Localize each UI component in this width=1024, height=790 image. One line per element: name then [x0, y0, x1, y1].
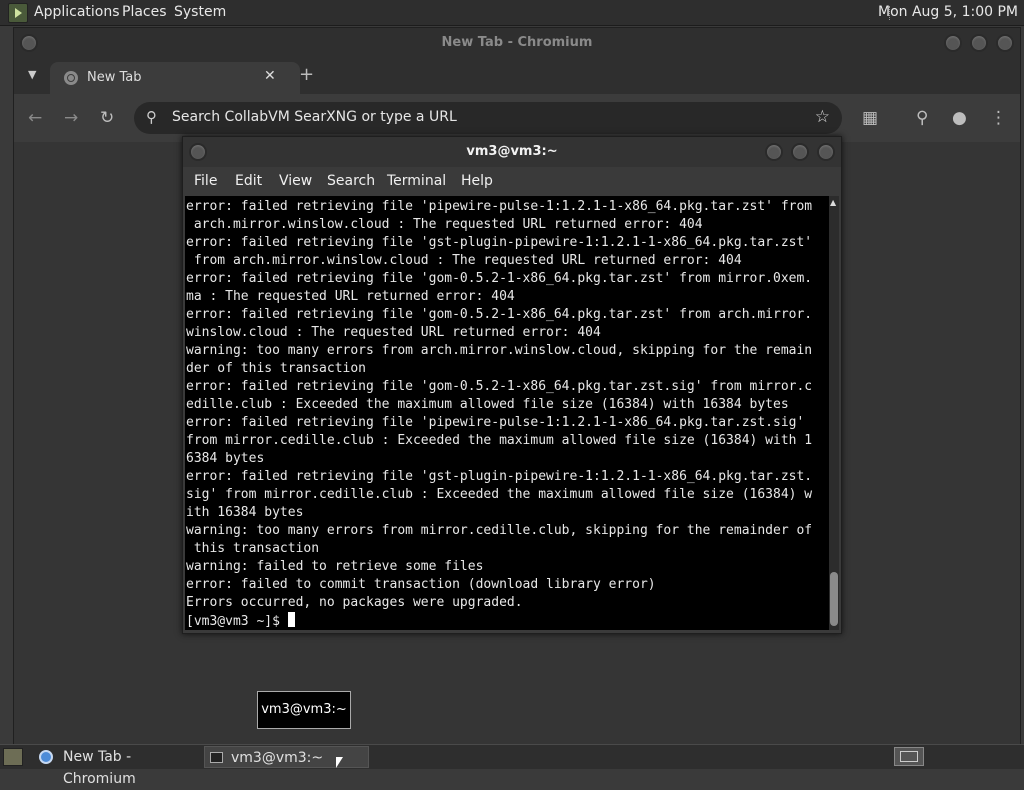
tab-title: New Tab: [87, 70, 142, 85]
scrollbar-thumb[interactable]: [830, 572, 838, 626]
chromium-favicon-icon: [64, 71, 78, 85]
applications-menu[interactable]: Applications: [34, 4, 120, 20]
minimize-button[interactable]: [944, 34, 962, 52]
chromium-window-title: New Tab - Chromium: [441, 35, 593, 50]
menu-terminal[interactable]: Terminal: [387, 173, 446, 189]
terminal-close-button[interactable]: [817, 143, 835, 161]
task-label: vm3@vm3:~: [231, 750, 324, 766]
profile-icon[interactable]: ●: [952, 108, 967, 128]
terminal-cursor: [287, 612, 295, 627]
taskbar: New Tab - Chromium vm3@vm3:~: [0, 744, 1024, 787]
show-desktop-icon[interactable]: [3, 748, 23, 766]
scroll-up-arrow-icon[interactable]: ▲: [830, 198, 836, 207]
new-tab-button[interactable]: +: [299, 66, 314, 84]
terminal-window: vm3@vm3:~ File Edit View Search Terminal…: [182, 136, 842, 634]
menu-view[interactable]: View: [279, 173, 312, 189]
terminal-scrollbar[interactable]: ▲: [829, 196, 839, 630]
task-terminal[interactable]: vm3@vm3:~: [204, 746, 369, 768]
tab-strip: ▼ New Tab ✕ +: [14, 58, 1020, 94]
terminal-screen[interactable]: error: failed retrieving file 'pipewire-…: [185, 196, 829, 630]
terminal-titlebar[interactable]: vm3@vm3:~: [183, 137, 841, 167]
terminal-icon: [210, 752, 223, 763]
chromium-titlebar[interactable]: New Tab - Chromium: [14, 28, 1020, 58]
chromium-icon: [39, 750, 53, 764]
terminal-menubar: File Edit View Search Terminal Help: [183, 167, 841, 195]
chromium-toolbar: ← → ↻ ⚲ Search CollabVM SearXNG or type …: [14, 94, 1020, 142]
tab-search-chevron-icon[interactable]: ▼: [28, 68, 36, 81]
workspace-switcher[interactable]: [894, 747, 924, 766]
forward-icon[interactable]: →: [64, 108, 78, 128]
extensions-icon[interactable]: ▦: [862, 108, 878, 128]
star-icon[interactable]: ☆: [815, 107, 830, 127]
terminal-output: error: failed retrieving file 'pipewire-…: [186, 199, 813, 629]
tab-close-icon[interactable]: ✕: [264, 68, 276, 84]
taskbar-tooltip: vm3@vm3:~: [257, 691, 351, 729]
menu-file[interactable]: File: [194, 173, 217, 189]
top-panel: Applications Places System Mon Aug 5, 1:…: [0, 0, 1024, 26]
task-label: New Tab - Chromium: [63, 749, 136, 787]
reload-icon[interactable]: ↻: [100, 108, 114, 128]
terminal-maximize-button[interactable]: [791, 143, 809, 161]
omnibox-placeholder: Search CollabVM SearXNG or type a URL: [172, 109, 457, 125]
omnibox[interactable]: ⚲ Search CollabVM SearXNG or type a URL …: [134, 102, 842, 134]
menu-help[interactable]: Help: [461, 173, 493, 189]
maximize-button[interactable]: [970, 34, 988, 52]
labs-icon[interactable]: ⚲: [916, 108, 928, 128]
back-icon[interactable]: ←: [28, 108, 42, 128]
applications-menu-icon[interactable]: [8, 3, 28, 23]
terminal-window-menu-button[interactable]: [189, 143, 207, 161]
window-menu-button[interactable]: [20, 34, 38, 52]
menu-icon[interactable]: ⋮: [990, 108, 1007, 128]
places-menu[interactable]: Places: [122, 4, 167, 20]
menu-edit[interactable]: Edit: [235, 173, 262, 189]
close-button[interactable]: [996, 34, 1014, 52]
clock[interactable]: Mon Aug 5, 1:00 PM: [878, 4, 1018, 20]
terminal-minimize-button[interactable]: [765, 143, 783, 161]
menu-search[interactable]: Search: [327, 173, 375, 189]
search-icon: ⚲: [146, 108, 157, 126]
system-menu[interactable]: System: [174, 4, 226, 20]
task-chromium[interactable]: New Tab - Chromium: [34, 746, 198, 787]
tab-new-tab[interactable]: New Tab ✕: [50, 62, 300, 94]
mouse-pointer-icon: [336, 757, 343, 768]
terminal-window-title: vm3@vm3:~: [466, 144, 558, 159]
